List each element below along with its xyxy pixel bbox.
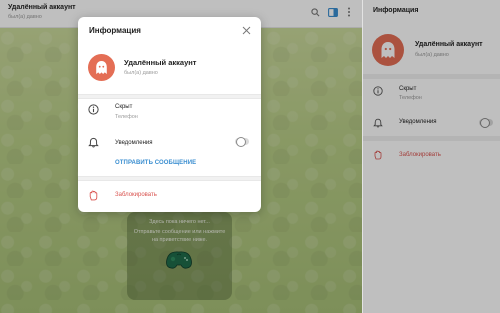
info-panel: Информация Удалённый аккаунт был(а) давн…: [362, 0, 500, 313]
ghost-icon: [96, 61, 107, 74]
block-hand-icon: [89, 190, 98, 201]
modal-title: Информация: [89, 26, 141, 35]
modal-phone-value[interactable]: Скрыт: [115, 104, 132, 110]
modal-notifications-label: Уведомления: [115, 140, 153, 146]
user-info-modal: Информация Удалённый аккаунт был(а) давн…: [78, 17, 261, 212]
modal-divider: [78, 176, 261, 181]
modal-avatar[interactable]: [88, 54, 115, 81]
close-icon[interactable]: [242, 26, 251, 35]
panel-backdrop[interactable]: [363, 0, 500, 313]
send-message-button[interactable]: ОТПРАВИТЬ СООБЩЕНИЕ: [115, 160, 196, 166]
modal-user-status: был(а) давно: [124, 70, 158, 76]
modal-phone-label: Телефон: [115, 114, 138, 120]
info-icon: [88, 104, 99, 115]
modal-notifications-toggle[interactable]: [235, 137, 249, 147]
modal-user-name: Удалённый аккаунт: [124, 58, 197, 67]
block-button[interactable]: Заблокировать: [115, 192, 157, 198]
bell-icon: [88, 137, 99, 148]
modal-divider: [78, 94, 261, 99]
